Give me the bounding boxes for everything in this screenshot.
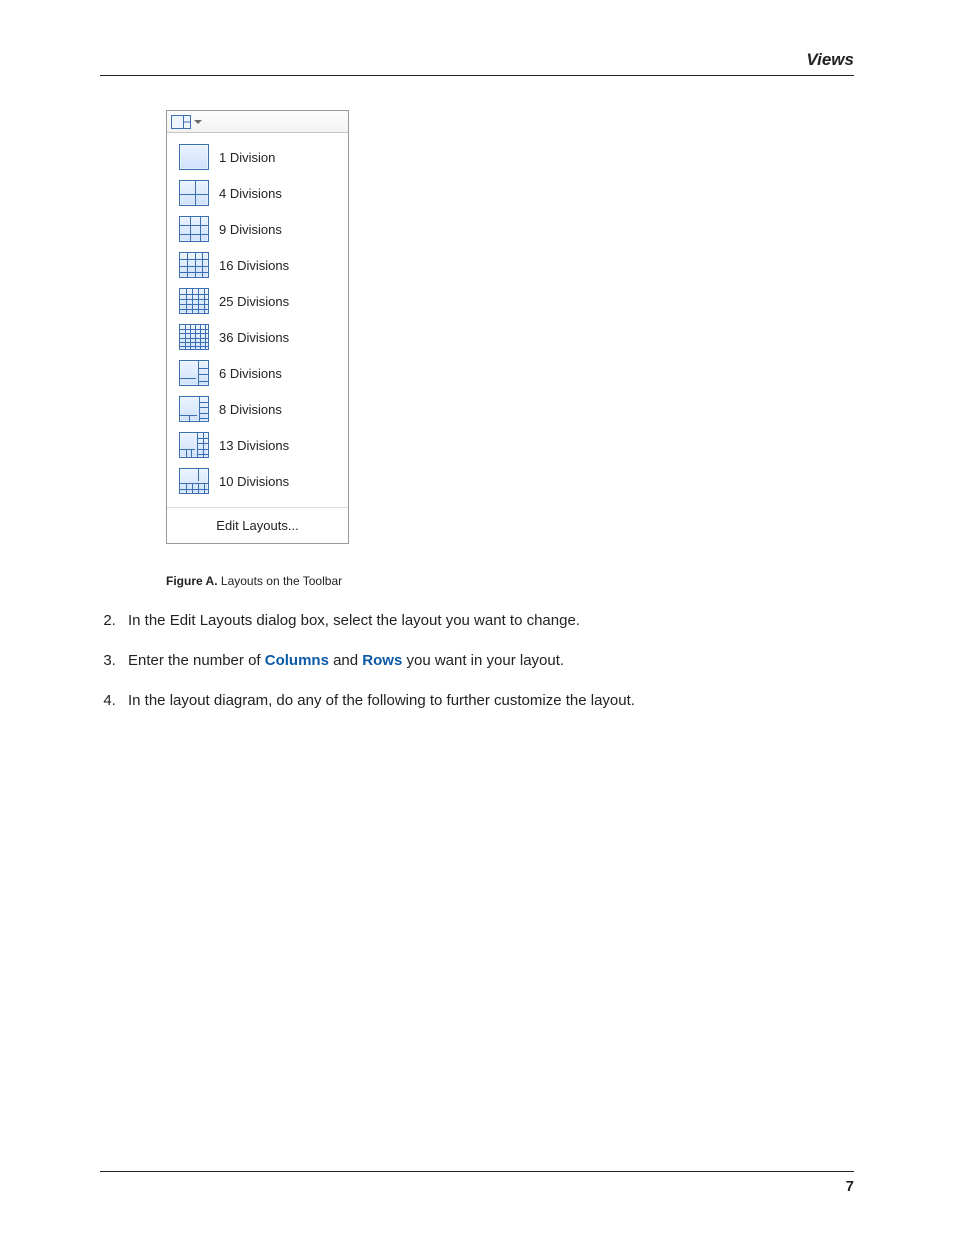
layout-option[interactable]: 25 Divisions (167, 283, 348, 319)
layout-grid-icon (179, 360, 209, 386)
layout-option-label: 9 Divisions (219, 222, 282, 237)
layout-grid-icon (179, 216, 209, 242)
layout-toolbar-icon (171, 115, 191, 129)
edit-layouts-label: Edit Layouts... (216, 518, 298, 533)
keyword-rows: Rows (362, 652, 402, 669)
page-header: Views (100, 50, 854, 76)
layout-option-label: 25 Divisions (219, 294, 289, 309)
layout-option[interactable]: 9 Divisions (167, 211, 348, 247)
chevron-down-icon (194, 118, 202, 126)
instruction-step: Enter the number of Columns and Rows you… (120, 650, 854, 672)
layout-option[interactable]: 1 Division (167, 139, 348, 175)
figure-layouts-dropdown: 1 Division 4 Divisions 9 Divisions 16 Divis… (166, 110, 854, 544)
layout-option-label: 6 Divisions (219, 366, 282, 381)
layout-grid-icon (179, 252, 209, 278)
step-text: In the layout diagram, do any of the fol… (128, 692, 635, 709)
layout-option-label: 8 Divisions (219, 402, 282, 417)
layouts-dropdown-toolbar-button[interactable] (167, 111, 348, 133)
layout-option[interactable]: 16 Divisions (167, 247, 348, 283)
step-text: Enter the number of (128, 652, 265, 669)
layout-option[interactable]: 4 Divisions (167, 175, 348, 211)
layout-option[interactable]: 10 Divisions (167, 463, 348, 499)
layout-option[interactable]: 8 Divisions (167, 391, 348, 427)
instruction-step: In the layout diagram, do any of the fol… (120, 690, 854, 712)
layout-option-label: 16 Divisions (219, 258, 289, 273)
layout-option-label: 10 Divisions (219, 474, 289, 489)
page-footer: 7 (100, 1171, 854, 1195)
layout-option-label: 13 Divisions (219, 438, 289, 453)
layout-grid-icon (179, 468, 209, 494)
layouts-dropdown: 1 Division 4 Divisions 9 Divisions 16 Divis… (166, 110, 349, 544)
instruction-step: In the Edit Layouts dialog box, select t… (120, 610, 854, 632)
page-number: 7 (846, 1178, 854, 1195)
instruction-steps: In the Edit Layouts dialog box, select t… (120, 610, 854, 729)
layout-option[interactable]: 13 Divisions (167, 427, 348, 463)
layout-grid-icon (179, 288, 209, 314)
layout-option-label: 1 Division (219, 150, 275, 165)
edit-layouts-menu-item[interactable]: Edit Layouts... (167, 510, 348, 543)
step-text: and (329, 652, 362, 669)
figure-label: Figure A. (166, 574, 218, 588)
layout-option[interactable]: 36 Divisions (167, 319, 348, 355)
step-text: you want in your layout. (402, 652, 564, 669)
layout-grid-icon (179, 432, 209, 458)
step-text: In the Edit Layouts dialog box, select t… (128, 612, 580, 629)
layout-option-label: 36 Divisions (219, 330, 289, 345)
dropdown-separator (167, 507, 348, 508)
layout-option[interactable]: 6 Divisions (167, 355, 348, 391)
layout-option-label: 4 Divisions (219, 186, 282, 201)
layout-grid-icon (179, 180, 209, 206)
figure-caption: Figure A. Layouts on the Toolbar (166, 574, 854, 588)
layouts-dropdown-list: 1 Division 4 Divisions 9 Divisions 16 Divis… (167, 133, 348, 505)
keyword-columns: Columns (265, 652, 329, 669)
section-title: Views (806, 50, 854, 69)
layout-grid-icon (179, 324, 209, 350)
layout-grid-icon (179, 144, 209, 170)
figure-caption-text: Layouts on the Toolbar (221, 574, 342, 588)
layout-grid-icon (179, 396, 209, 422)
